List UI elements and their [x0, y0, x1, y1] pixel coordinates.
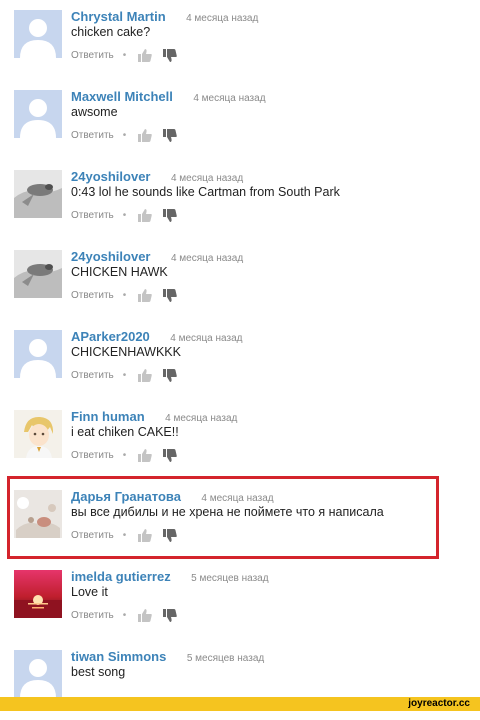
thumbs-up-icon[interactable] [138, 449, 153, 462]
comment-text: Love it [71, 585, 108, 599]
comment-item: Maxwell Mitchell 4 месяца назад awsome О… [0, 80, 480, 160]
comment-actions: Ответить • [71, 129, 188, 142]
comment-item: AParker2020 4 месяца назад CHICKENHAWKKK… [0, 320, 480, 400]
comment-item: 24yoshilover 4 месяца назад CHICKEN HAWK… [0, 240, 480, 320]
thumbs-up-icon[interactable] [138, 129, 153, 142]
comment-time[interactable]: 4 месяца назад [193, 93, 265, 104]
thumbs-down-icon[interactable] [163, 129, 178, 142]
comment-text: chicken cake? [71, 25, 151, 39]
comment-item: Finn human 4 месяца назад i eat chiken C… [0, 400, 480, 480]
reply-button[interactable]: Ответить [71, 130, 114, 141]
author-link[interactable]: tiwan Simmons [71, 649, 166, 664]
anime-avatar[interactable] [14, 410, 62, 458]
separator-dot: • [122, 370, 127, 381]
comment-time[interactable]: 4 месяца назад [171, 173, 243, 184]
author-link[interactable]: 24yoshilover [71, 249, 151, 264]
author-link[interactable]: AParker2020 [71, 329, 150, 344]
highlight-box [7, 476, 439, 559]
default-avatar[interactable] [14, 650, 62, 698]
comment-text: i eat chiken CAKE!! [71, 425, 179, 439]
sunset-avatar[interactable] [14, 570, 62, 618]
comment-actions: Ответить • [71, 369, 188, 382]
comment-text: 0:43 lol he sounds like Cartman from Sou… [71, 185, 340, 199]
comment-time[interactable]: 4 месяца назад [170, 333, 242, 344]
comment-header: Chrystal Martin 4 месяца назад [71, 8, 258, 26]
reply-button[interactable]: Ответить [71, 450, 114, 461]
comment-item: 24yoshilover 4 месяца назад 0:43 lol he … [0, 160, 480, 240]
thumbs-down-icon[interactable] [163, 369, 178, 382]
separator-dot: • [122, 210, 127, 221]
comment-text: best song [71, 665, 126, 679]
thumbs-up-icon[interactable] [138, 289, 153, 302]
watermark: joyreactor.cc [408, 698, 470, 709]
separator-dot: • [122, 610, 127, 621]
comment-item: imelda gutierrez 5 месяцев назад Love it… [0, 560, 480, 640]
reply-button[interactable]: Ответить [71, 370, 114, 381]
thumbs-up-icon[interactable] [138, 49, 153, 62]
comment-time[interactable]: 5 месяцев назад [187, 653, 264, 664]
bird-avatar[interactable] [14, 250, 62, 298]
comment-time[interactable]: 4 месяца назад [165, 413, 237, 424]
author-link[interactable]: imelda gutierrez [71, 569, 171, 584]
comment-time[interactable]: 4 месяца назад [186, 13, 258, 24]
comment-actions: Ответить • [71, 289, 188, 302]
separator-dot: • [122, 450, 127, 461]
reply-button[interactable]: Ответить [71, 210, 114, 221]
comment-actions: Ответить • [71, 49, 188, 62]
reply-button[interactable]: Ответить [71, 610, 114, 621]
thumbs-up-icon[interactable] [138, 609, 153, 622]
author-link[interactable]: Maxwell Mitchell [71, 89, 173, 104]
comment-actions: Ответить • [71, 449, 188, 462]
comment-header: Finn human 4 месяца назад [71, 408, 237, 426]
thumbs-down-icon[interactable] [163, 209, 178, 222]
reply-button[interactable]: Ответить [71, 290, 114, 301]
separator-dot: • [122, 290, 127, 301]
comment-actions: Ответить • [71, 609, 188, 622]
comment-header: tiwan Simmons 5 месяцев назад [71, 648, 264, 666]
author-link[interactable]: Chrystal Martin [71, 9, 166, 24]
comment-header: Maxwell Mitchell 4 месяца назад [71, 88, 266, 106]
comment-header: 24yoshilover 4 месяца назад [71, 168, 243, 186]
author-link[interactable]: 24yoshilover [71, 169, 151, 184]
thumbs-up-icon[interactable] [138, 369, 153, 382]
comment-item: Chrystal Martin 4 месяца назад chicken c… [0, 0, 480, 80]
comment-header: 24yoshilover 4 месяца назад [71, 248, 243, 266]
comment-text: awsome [71, 105, 118, 119]
separator-dot: • [122, 130, 127, 141]
reply-button[interactable]: Ответить [71, 50, 114, 61]
comment-text: CHICKEN HAWK [71, 265, 168, 279]
thumbs-down-icon[interactable] [163, 449, 178, 462]
thumbs-down-icon[interactable] [163, 609, 178, 622]
comment-text: CHICKENHAWKKK [71, 345, 181, 359]
thumbs-down-icon[interactable] [163, 49, 178, 62]
default-avatar[interactable] [14, 90, 62, 138]
bird-avatar[interactable] [14, 170, 62, 218]
separator-dot: • [122, 50, 127, 61]
comment-time[interactable]: 4 месяца назад [171, 253, 243, 264]
thumbs-up-icon[interactable] [138, 209, 153, 222]
comment-header: AParker2020 4 месяца назад [71, 328, 242, 346]
thumbs-down-icon[interactable] [163, 289, 178, 302]
comment-time[interactable]: 5 месяцев назад [191, 573, 268, 584]
author-link[interactable]: Finn human [71, 409, 145, 424]
default-avatar[interactable] [14, 330, 62, 378]
comment-header: imelda gutierrez 5 месяцев назад [71, 568, 269, 586]
comment-actions: Ответить • [71, 209, 188, 222]
default-avatar[interactable] [14, 10, 62, 58]
